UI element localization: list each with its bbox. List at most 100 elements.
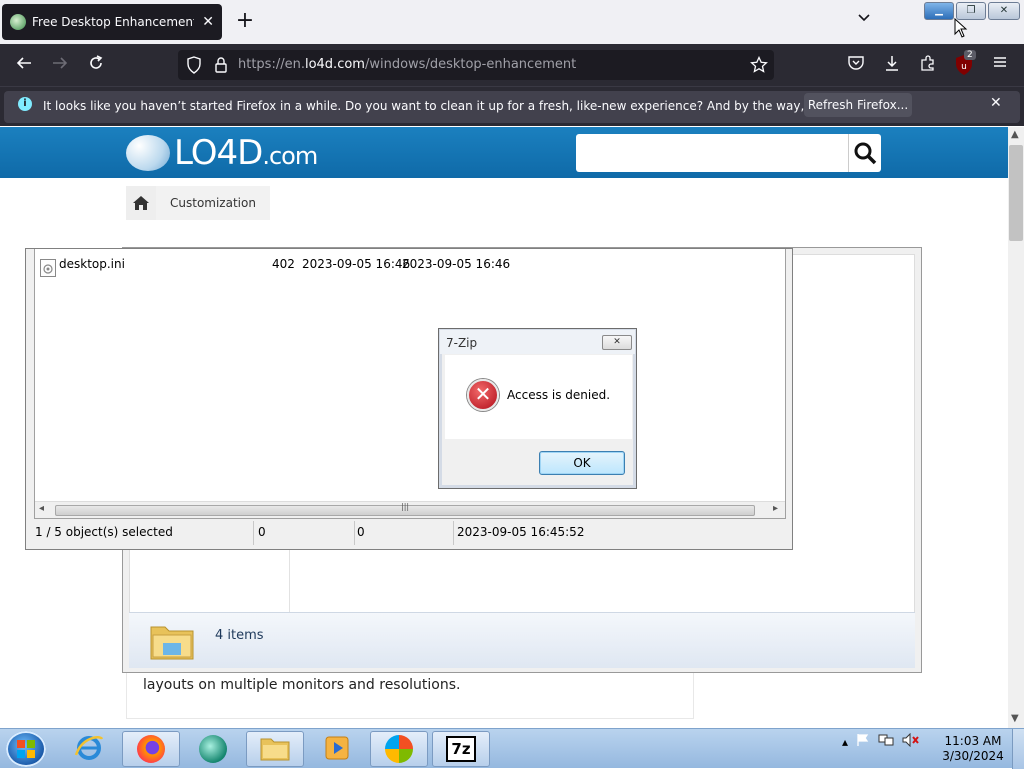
breadcrumb-customization[interactable]: Customization: [156, 186, 270, 220]
status-size: 0: [258, 525, 266, 539]
home-icon[interactable]: [126, 186, 156, 220]
start-button[interactable]: [6, 731, 46, 767]
taskbar-firefox[interactable]: [122, 731, 180, 767]
search-separator: [848, 134, 849, 172]
taskbar-internet-explorer[interactable]: [60, 731, 118, 767]
system-clock[interactable]: 11:03 AM 3/30/2024: [940, 734, 1006, 764]
logo-text: LO4D.com: [174, 133, 318, 173]
extension-badge-count: 2: [964, 50, 976, 60]
padlock-icon[interactable]: [214, 56, 228, 77]
logo-globe-icon: [126, 135, 170, 171]
url-text[interactable]: https://en.lo4d.com/windows/desktop-enha…: [238, 57, 576, 72]
scroll-left-icon[interactable]: ◂: [39, 503, 44, 514]
file-explorer-icon: [260, 735, 290, 764]
site-logo[interactable]: LO4D.com: [126, 133, 318, 173]
dialog-title-bar[interactable]: 7-Zip ✕: [440, 330, 635, 354]
7zip-icon: 7z: [446, 736, 476, 762]
clock-date: 3/30/2024: [942, 749, 1004, 763]
page-scrollbar[interactable]: ▲ ▼: [1008, 127, 1024, 728]
scroll-right-icon[interactable]: ▸: [773, 503, 778, 514]
notification-close-icon[interactable]: ✕: [990, 95, 1002, 111]
show-desktop-button[interactable]: [1012, 729, 1024, 769]
mouse-cursor-icon: [954, 17, 968, 38]
taskbar-app-green[interactable]: [184, 731, 242, 767]
info-icon: i: [18, 97, 32, 111]
explorer-details-pane: 4 items: [129, 612, 915, 668]
ublock-origin-icon[interactable]: u 2: [954, 50, 976, 76]
new-tab-button[interactable]: +: [232, 8, 258, 34]
page-scrollbar-thumb[interactable]: [1009, 145, 1023, 241]
action-center-flag-icon[interactable]: [856, 733, 870, 750]
status-date: 2023-09-05 16:45:52: [457, 525, 585, 539]
logo-main: LO4D: [174, 133, 263, 173]
app-menu-icon[interactable]: [988, 54, 1012, 78]
clock-time: 11:03 AM: [944, 734, 1002, 748]
status-selected: 1 / 5 object(s) selected: [35, 525, 173, 539]
horizontal-scrollbar[interactable]: ◂ ||| ▸: [35, 501, 785, 518]
window-controls: ▁ ❐ ✕: [924, 2, 1022, 22]
notification-message: It looks like you haven’t started Firefo…: [43, 99, 899, 113]
taskbar-media-player[interactable]: [308, 731, 366, 767]
taskbar-file-explorer[interactable]: [246, 731, 304, 767]
tab-bar: Free Desktop Enhancement Sof ✕ + ▁ ❐ ✕: [0, 0, 1024, 44]
status-packed: 0: [357, 525, 365, 539]
dialog-body: ✕ Access is denied.: [445, 355, 632, 439]
show-hidden-icons-icon[interactable]: ▴: [842, 735, 848, 749]
forward-icon[interactable]: [48, 54, 72, 78]
dialog-close-button[interactable]: ✕: [602, 335, 632, 350]
logo-suffix: .com: [262, 142, 318, 170]
minimize-button[interactable]: ▁: [924, 2, 954, 20]
file-name: desktop.ini: [59, 257, 125, 271]
list-all-tabs-icon[interactable]: [852, 10, 876, 34]
bookmark-star-icon[interactable]: [750, 55, 768, 77]
ini-file-icon: [40, 259, 56, 277]
navigation-toolbar: https://en.lo4d.com/windows/desktop-enha…: [0, 44, 1024, 86]
browser-tab[interactable]: Free Desktop Enhancement Sof ✕: [2, 4, 222, 40]
scroll-down-icon[interactable]: ▼: [1011, 713, 1019, 724]
breadcrumb: Customization: [126, 186, 270, 220]
explorer-pane-divider: [289, 548, 290, 618]
network-icon[interactable]: [878, 733, 894, 750]
status-divider: [453, 521, 454, 545]
downloads-icon[interactable]: [880, 54, 904, 78]
taskbar-windows-update[interactable]: [370, 731, 428, 767]
chat-app-icon: [199, 735, 227, 763]
tracking-protection-shield-icon[interactable]: [186, 56, 202, 77]
windows-logo-icon: [385, 735, 413, 763]
media-player-icon: [323, 734, 351, 765]
tab-title: Free Desktop Enhancement Sof: [32, 15, 195, 29]
tab-close-icon[interactable]: ✕: [202, 14, 214, 30]
site-favicon-icon: [10, 14, 26, 30]
notification-bar: i It looks like you haven’t started Fire…: [0, 86, 1024, 126]
url-domain: lo4d.com: [304, 57, 365, 72]
items-count: 4 items: [215, 628, 264, 643]
search-icon[interactable]: [852, 140, 878, 166]
taskbar: 7z ▴ 11:03 AM 3/30/2024: [0, 728, 1024, 769]
7zip-file-manager-window: desktop.ini 402 2023-09-05 16:46 2023-09…: [25, 248, 793, 550]
status-divider: [253, 521, 254, 545]
svg-text:u: u: [961, 62, 967, 72]
pocket-icon[interactable]: [844, 54, 868, 78]
extensions-icon[interactable]: [916, 54, 940, 78]
article-paragraph: layouts on multiple monitors and resolut…: [126, 673, 694, 719]
back-icon[interactable]: [12, 54, 36, 78]
ok-button[interactable]: OK: [539, 451, 625, 475]
reload-icon[interactable]: [84, 54, 108, 78]
refresh-firefox-button[interactable]: Refresh Firefox...: [804, 93, 912, 117]
file-size: 402: [272, 257, 295, 271]
system-tray: ▴: [842, 732, 920, 750]
file-row-desktop-ini[interactable]: desktop.ini 402 2023-09-05 16:46 2023-09…: [35, 255, 775, 277]
file-list[interactable]: desktop.ini 402 2023-09-05 16:46 2023-09…: [34, 249, 786, 519]
scroll-up-icon[interactable]: ▲: [1011, 129, 1019, 140]
taskbar-7zip[interactable]: 7z: [432, 731, 490, 767]
site-search-box[interactable]: [576, 134, 881, 172]
internet-explorer-icon: [74, 733, 104, 766]
close-window-button[interactable]: ✕: [988, 2, 1020, 20]
status-divider: [354, 521, 355, 545]
volume-muted-icon[interactable]: [902, 732, 920, 750]
address-bar[interactable]: https://en.lo4d.com/windows/desktop-enha…: [178, 50, 774, 80]
dialog-message: Access is denied.: [507, 388, 611, 402]
firefox-icon: [137, 735, 165, 763]
paragraph-text: layouts on multiple monitors and resolut…: [143, 677, 461, 693]
site-search-input[interactable]: [582, 140, 844, 166]
